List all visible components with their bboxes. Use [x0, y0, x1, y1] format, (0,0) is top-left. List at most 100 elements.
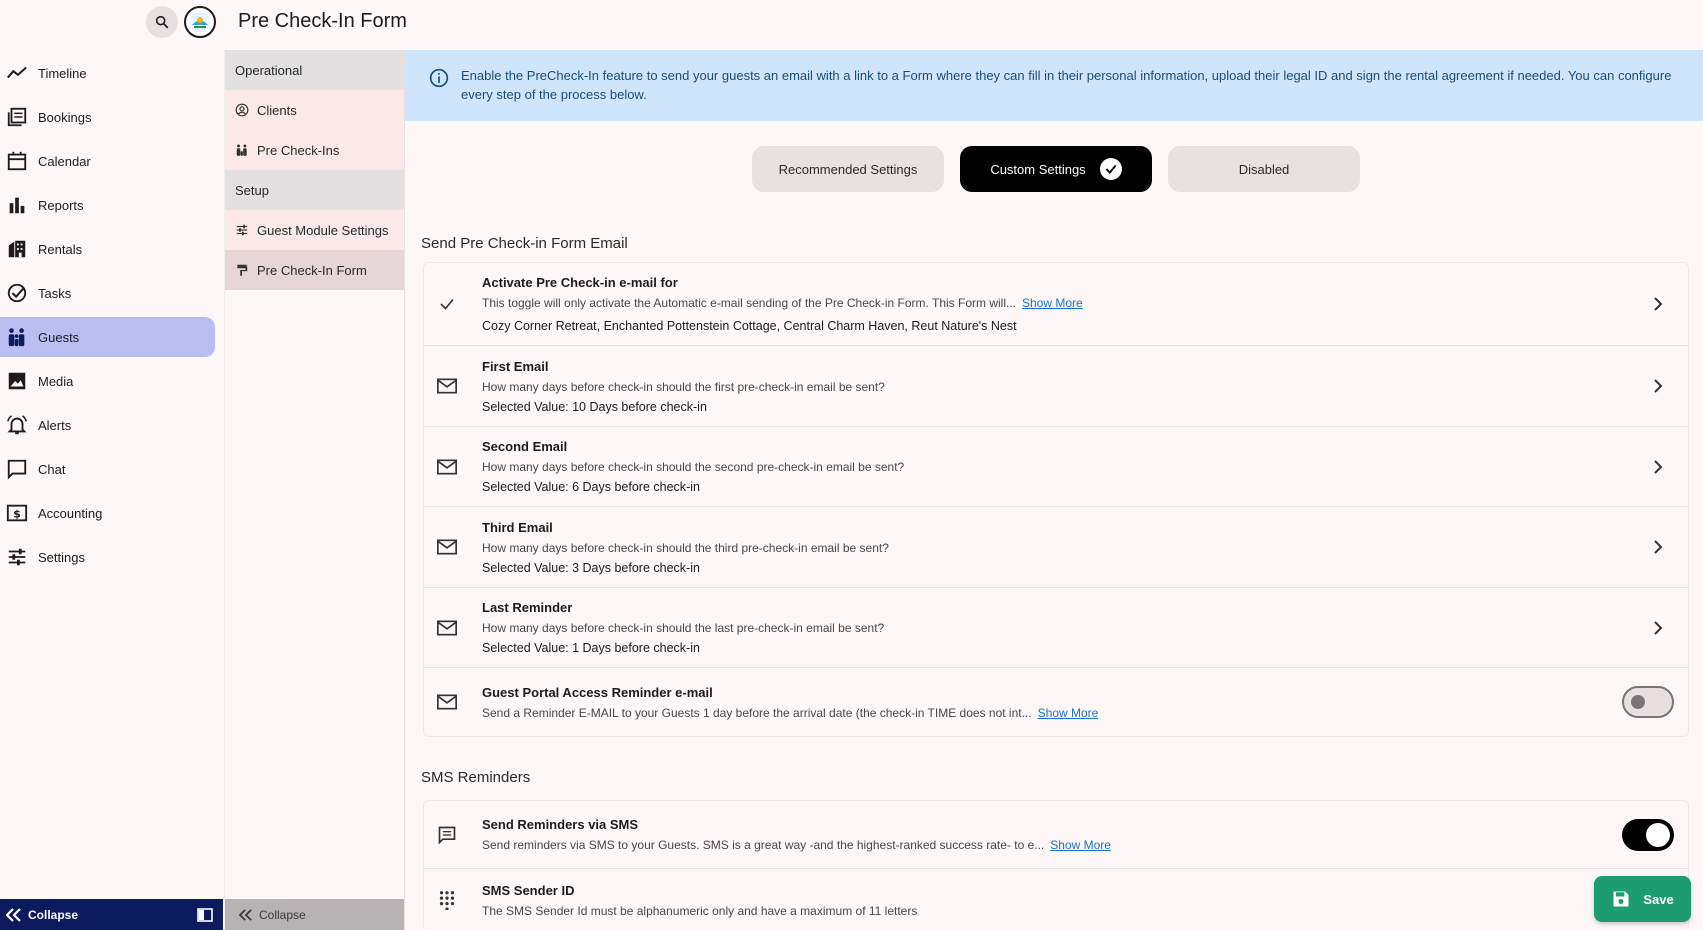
- subnav-item-guest-module-settings[interactable]: Guest Module Settings: [225, 210, 404, 250]
- settings-mode-selector: Recommended Settings Custom Settings Dis…: [752, 146, 1360, 192]
- check-icon: [436, 295, 458, 313]
- sidebar-item-label: Alerts: [38, 417, 72, 433]
- tune-icon: [236, 224, 248, 236]
- collapse-label: Collapse: [28, 907, 79, 922]
- sidebar-item-label: Media: [38, 373, 74, 389]
- sidebar-item-calendar[interactable]: Calendar: [0, 141, 215, 181]
- mail-icon: [436, 459, 458, 475]
- check-circle-icon: [1099, 158, 1122, 180]
- avatar[interactable]: [184, 6, 216, 38]
- send-sms-toggle[interactable]: [1622, 818, 1674, 851]
- mode-label: Custom Settings: [990, 161, 1086, 177]
- subnav-item-label: Guest Module Settings: [257, 222, 389, 238]
- search-button[interactable]: [146, 6, 178, 38]
- save-icon: [1613, 891, 1629, 907]
- third-email-row[interactable]: Third Email How many days before check-i…: [424, 507, 1688, 588]
- info-icon: [429, 68, 449, 88]
- sidebar-item-bookings[interactable]: Bookings: [0, 97, 215, 137]
- sidebar-item-reports[interactable]: Reports: [0, 185, 215, 225]
- chevron-right-icon[interactable]: [1648, 620, 1668, 635]
- section-title-email: Send Pre Check-in Form Email: [421, 235, 628, 252]
- mode-label: Disabled: [1238, 161, 1290, 177]
- alerts-icon: [6, 414, 28, 436]
- sidebar-item-alerts[interactable]: Alerts: [0, 405, 215, 445]
- sidebar-item-tasks[interactable]: Tasks: [0, 273, 215, 313]
- sidebar-item-label: Bookings: [38, 109, 92, 125]
- row-description: This toggle will only activate the Autom…: [482, 296, 1016, 310]
- format-paint-icon: [237, 264, 248, 276]
- sidebar-item-label: Timeline: [38, 65, 87, 81]
- email-settings-card: Activate Pre Check-in e-mail for This to…: [423, 262, 1689, 737]
- page-title: Pre Check-In Form: [238, 10, 407, 32]
- subnav-collapse-button[interactable]: Collapse: [225, 899, 405, 930]
- subnav-item-label: Clients: [257, 102, 297, 118]
- sidebar-collapse-button[interactable]: Collapse: [0, 899, 223, 930]
- second-email-row[interactable]: Second Email How many days before check-…: [424, 427, 1688, 507]
- main-sidebar: Timeline Bookings Calendar Reports Renta…: [0, 0, 223, 930]
- guests-icon: [236, 144, 247, 156]
- sidebar-toggle-icon: [197, 907, 213, 922]
- tasks-icon: [6, 282, 28, 304]
- media-icon: [6, 370, 28, 392]
- sidebar-item-guests[interactable]: Guests: [0, 317, 215, 357]
- row-description: How many days before check-in should the…: [482, 379, 885, 394]
- subnav-header-setup: Setup: [225, 170, 404, 210]
- row-value: Cozy Corner Retreat, Enchanted Pottenste…: [482, 319, 1017, 333]
- row-description: How many days before check-in should the…: [482, 540, 889, 555]
- sidebar-top-actions: [146, 6, 216, 38]
- mail-icon: [436, 620, 458, 636]
- custom-settings-button[interactable]: Custom Settings: [960, 146, 1152, 192]
- row-title: Send Reminders via SMS: [482, 817, 639, 832]
- portal-reminder-toggle[interactable]: [1622, 686, 1674, 718]
- show-more-link[interactable]: Show More: [1050, 838, 1111, 852]
- info-banner: Enable the PreCheck-In feature to send y…: [405, 50, 1703, 121]
- sidebar-item-timeline[interactable]: Timeline: [0, 53, 215, 93]
- last-reminder-row[interactable]: Last Reminder How many days before check…: [424, 588, 1688, 668]
- subnav-item-clients[interactable]: Clients: [225, 90, 404, 130]
- row-description: How many days before check-in should the…: [482, 460, 905, 474]
- activate-email-row[interactable]: Activate Pre Check-in e-mail for This to…: [424, 263, 1688, 346]
- first-email-row[interactable]: First Email How many days before check-i…: [424, 346, 1688, 427]
- chevron-right-icon[interactable]: [1648, 540, 1668, 554]
- row-title: SMS Sender ID: [482, 882, 575, 898]
- sidebar-item-media[interactable]: Media: [0, 361, 215, 401]
- sidebar-item-label: Calendar: [38, 153, 91, 169]
- mode-label: Recommended Settings: [778, 161, 918, 177]
- chevron-right-icon[interactable]: [1648, 379, 1668, 393]
- sidebar-item-chat[interactable]: Chat: [0, 449, 215, 489]
- disabled-button[interactable]: Disabled: [1168, 146, 1360, 192]
- show-more-link[interactable]: Show More: [1038, 706, 1099, 720]
- sidebar-item-label: Tasks: [38, 285, 72, 301]
- chevron-right-icon[interactable]: [1648, 297, 1668, 311]
- row-value: Selected Value: 1 Days before check-in: [482, 641, 700, 655]
- subnav-item-pre-check-in-form[interactable]: Pre Check-In Form: [225, 250, 404, 290]
- sidebar-item-label: Settings: [38, 549, 85, 565]
- sms-sender-id-row[interactable]: SMS Sender ID The SMS Sender Id must be …: [424, 869, 1688, 930]
- save-label: Save: [1643, 891, 1674, 907]
- sidebar-item-label: Chat: [38, 461, 66, 477]
- main-content: Enable the PreCheck-In feature to send y…: [404, 50, 1703, 930]
- show-more-link[interactable]: Show More: [1022, 296, 1083, 310]
- calendar-icon: [6, 150, 28, 172]
- chevron-right-icon[interactable]: [1648, 459, 1668, 474]
- sidebar-item-settings[interactable]: Settings: [0, 537, 215, 577]
- reports-icon: [6, 194, 28, 216]
- row-description: How many days before check-in should the…: [482, 621, 885, 635]
- subnav-item-pre-check-ins[interactable]: Pre Check-Ins: [225, 130, 404, 170]
- dialpad-icon: [436, 890, 458, 910]
- save-button[interactable]: Save: [1594, 876, 1691, 922]
- mail-icon: [436, 378, 458, 394]
- subnav-item-label: Pre Check-Ins: [257, 142, 340, 158]
- sidebar-item-label: Accounting: [38, 505, 103, 521]
- message-icon: [436, 825, 458, 845]
- info-text: Enable the PreCheck-In feature to send y…: [461, 68, 1672, 102]
- row-title: Second Email: [482, 439, 568, 454]
- sub-sidebar: Operational Clients Pre Check-Ins Setup …: [224, 50, 405, 930]
- logo-icon: [190, 12, 210, 32]
- bookings-icon: [6, 106, 28, 128]
- sidebar-item-rentals[interactable]: Rentals: [0, 229, 215, 269]
- recommended-settings-button[interactable]: Recommended Settings: [752, 146, 944, 192]
- search-icon: [155, 15, 169, 29]
- account-circle-icon: [235, 103, 249, 117]
- sidebar-item-accounting[interactable]: $ Accounting: [0, 493, 215, 533]
